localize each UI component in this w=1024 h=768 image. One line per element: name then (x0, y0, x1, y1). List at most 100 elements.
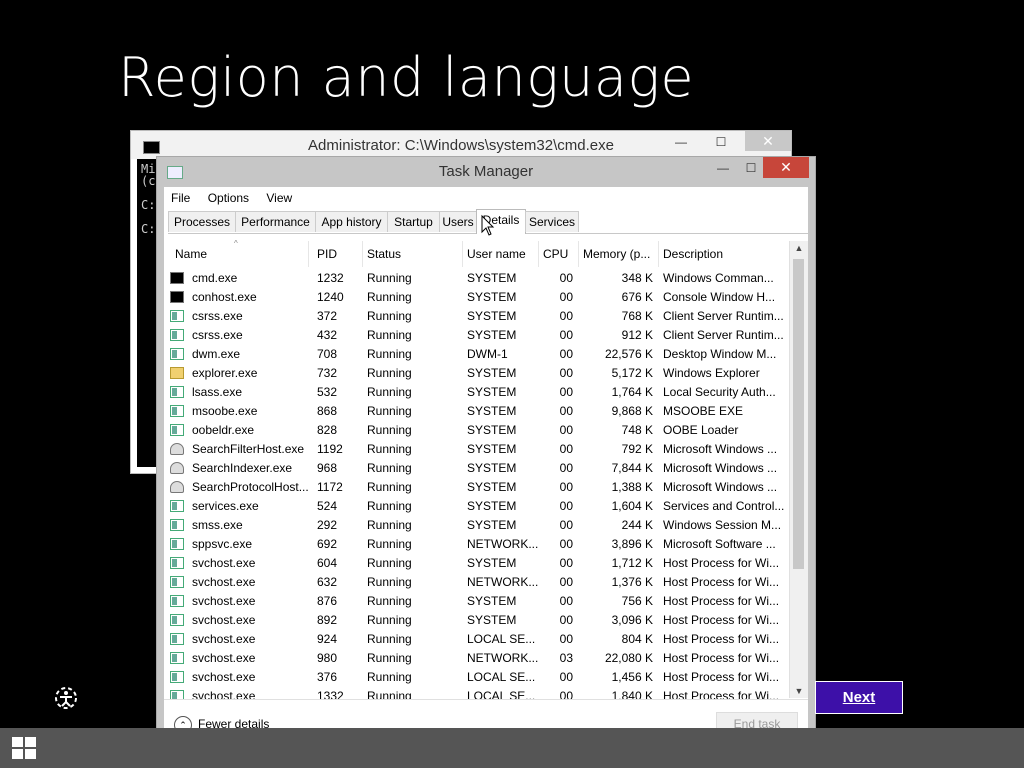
cell-desc: MSOOBE EXE (663, 404, 744, 418)
menu-bar: File Options View (164, 187, 808, 209)
cell-desc: Host Process for Wi... (663, 632, 780, 646)
next-button[interactable]: Next (815, 681, 903, 714)
process-icon (170, 671, 184, 683)
cell-cpu: 00 (559, 575, 573, 589)
column-header-status[interactable]: Status (363, 241, 463, 267)
cell-pid: 1240 (317, 290, 344, 304)
cell-desc: Microsoft Windows ... (663, 442, 778, 456)
cell-desc: Services and Control... (663, 499, 785, 513)
cell-name: dwm.exe (192, 347, 241, 361)
cell-status: Running (367, 328, 412, 342)
scroll-up-icon[interactable]: ▲ (790, 243, 808, 253)
table-row[interactable]: smss.exe 292 Running SYSTEM 00 244 K Windows S… (164, 516, 790, 535)
tab-services[interactable]: Services (525, 211, 579, 232)
scroll-thumb[interactable] (793, 259, 804, 569)
cell-user: SYSTEM (467, 309, 517, 323)
cell-desc: Host Process for Wi... (663, 651, 780, 665)
cell-cpu: 00 (559, 499, 573, 513)
menu-view[interactable]: View (259, 187, 299, 209)
process-icon (170, 481, 184, 493)
column-header-cpu[interactable]: CPU (539, 241, 579, 267)
menu-file[interactable]: File (164, 187, 197, 209)
vertical-scrollbar[interactable]: ▲ ▼ (789, 241, 808, 698)
cmd-maximize-button[interactable]: ☐ (707, 133, 735, 151)
cell-desc: Windows Comman... (663, 271, 774, 285)
table-row[interactable]: SearchIndexer.exe 968 Running SYSTEM 00 7,844… (164, 459, 790, 478)
cell-mem: 5,172 K (611, 366, 653, 380)
table-row[interactable]: lsass.exe 532 Running SYSTEM 00 1,764 K Local … (164, 383, 790, 402)
cell-status: Running (367, 499, 412, 513)
cell-cpu: 00 (559, 328, 573, 342)
cell-user: LOCAL SE... (467, 670, 536, 684)
cell-mem: 676 K (621, 290, 653, 304)
table-row[interactable]: svchost.exe 632 Running NETWORK... 00 1,376 K… (164, 573, 790, 592)
cell-mem: 1,376 K (611, 575, 653, 589)
cell-cpu: 00 (559, 556, 573, 570)
table-row[interactable]: cmd.exe 1232 Running SYSTEM 00 348 K Windows C… (164, 269, 790, 288)
cell-desc: Local Security Auth... (663, 385, 776, 399)
table-row[interactable]: csrss.exe 432 Running SYSTEM 00 912 K Client S… (164, 326, 790, 345)
cell-pid: 376 (317, 670, 338, 684)
column-header-memory[interactable]: Memory (p... (579, 241, 659, 267)
cell-name: svchost.exe (192, 613, 256, 627)
task-manager-close-button[interactable]: ✕ (763, 157, 809, 178)
cell-name: explorer.exe (192, 366, 258, 380)
task-manager-minimize-button[interactable]: — (709, 159, 737, 177)
table-row[interactable]: svchost.exe 924 Running LOCAL SE... 00 804 K H… (164, 630, 790, 649)
table-row[interactable]: dwm.exe 708 Running DWM-1 00 22,576 K Desktop … (164, 345, 790, 364)
cell-pid: 524 (317, 499, 338, 513)
task-manager-window[interactable]: Task Manager — ☐ ✕ File Options View Pro… (156, 156, 816, 756)
column-header-user-name[interactable]: User name (463, 241, 539, 267)
table-row[interactable]: SearchFilterHost.exe 1192 Running SYSTEM 00 7… (164, 440, 790, 459)
cell-desc: Console Window H... (663, 290, 776, 304)
windows-logo-icon[interactable] (12, 737, 38, 759)
cell-status: Running (367, 290, 412, 304)
table-row[interactable]: svchost.exe 604 Running SYSTEM 00 1,712 K Host… (164, 554, 790, 573)
table-row[interactable]: svchost.exe 376 Running LOCAL SE... 00 1,456 … (164, 668, 790, 687)
process-icon (170, 614, 184, 626)
tab-startup[interactable]: Startup (387, 211, 440, 232)
task-manager-title: Task Manager (438, 163, 534, 180)
process-icon (170, 576, 184, 588)
column-header-name[interactable]: Name (171, 241, 309, 267)
menu-options[interactable]: Options (201, 187, 256, 209)
tab-processes[interactable]: Processes (168, 211, 236, 232)
details-table: ^ Name PID Status User name CPU Memory (… (164, 239, 808, 703)
table-row[interactable]: services.exe 524 Running SYSTEM 00 1,604 K Ser… (164, 497, 790, 516)
process-icon (170, 291, 184, 303)
table-row[interactable]: csrss.exe 372 Running SYSTEM 00 768 K Client S… (164, 307, 790, 326)
cell-pid: 1232 (317, 271, 344, 285)
tab-performance[interactable]: Performance (235, 211, 316, 232)
cell-cpu: 00 (559, 480, 573, 494)
cell-cpu: 03 (559, 651, 573, 665)
table-row[interactable]: svchost.exe 980 Running NETWORK... 03 22,080 … (164, 649, 790, 668)
cell-cpu: 00 (559, 442, 573, 456)
cell-user: SYSTEM (467, 518, 517, 532)
cmd-title-bar[interactable]: Administrator: C:\Windows\system32\cmd.e… (131, 131, 791, 159)
cmd-close-button[interactable]: ✕ (745, 131, 791, 151)
cmd-minimize-button[interactable]: — (667, 133, 695, 151)
tab-users[interactable]: Users (439, 211, 477, 232)
scroll-down-icon[interactable]: ▼ (790, 686, 808, 696)
table-row[interactable]: oobeldr.exe 828 Running SYSTEM 00 748 K OOBE L… (164, 421, 790, 440)
cell-mem: 3,096 K (611, 613, 653, 627)
cell-user: SYSTEM (467, 613, 517, 627)
table-row[interactable]: msoobe.exe 868 Running SYSTEM 00 9,868 K MSOOB… (164, 402, 790, 421)
task-manager-maximize-button[interactable]: ☐ (737, 159, 765, 177)
cell-user: SYSTEM (467, 442, 517, 456)
table-row[interactable]: explorer.exe 732 Running SYSTEM 00 5,172 K Win… (164, 364, 790, 383)
cell-desc: Microsoft Software ... (663, 537, 776, 551)
table-row[interactable]: svchost.exe 892 Running SYSTEM 00 3,096 K Host… (164, 611, 790, 630)
column-header-description[interactable]: Description (659, 241, 791, 267)
process-icon (170, 348, 184, 360)
task-manager-title-bar[interactable]: Task Manager — ☐ ✕ (157, 157, 815, 187)
table-row[interactable]: svchost.exe 876 Running SYSTEM 00 756 K Host P… (164, 592, 790, 611)
tab-app-history[interactable]: App history (315, 211, 388, 232)
table-row[interactable]: conhost.exe 1240 Running SYSTEM 00 676 K Conso… (164, 288, 790, 307)
cell-name: svchost.exe (192, 575, 256, 589)
cell-desc: Windows Explorer (663, 366, 760, 380)
ease-of-access-icon[interactable] (52, 684, 80, 712)
column-header-pid[interactable]: PID (313, 241, 363, 267)
table-row[interactable]: SearchProtocolHost.... 1172 Running SYSTEM 0… (164, 478, 790, 497)
table-row[interactable]: sppsvc.exe 692 Running NETWORK... 00 3,896 K M… (164, 535, 790, 554)
